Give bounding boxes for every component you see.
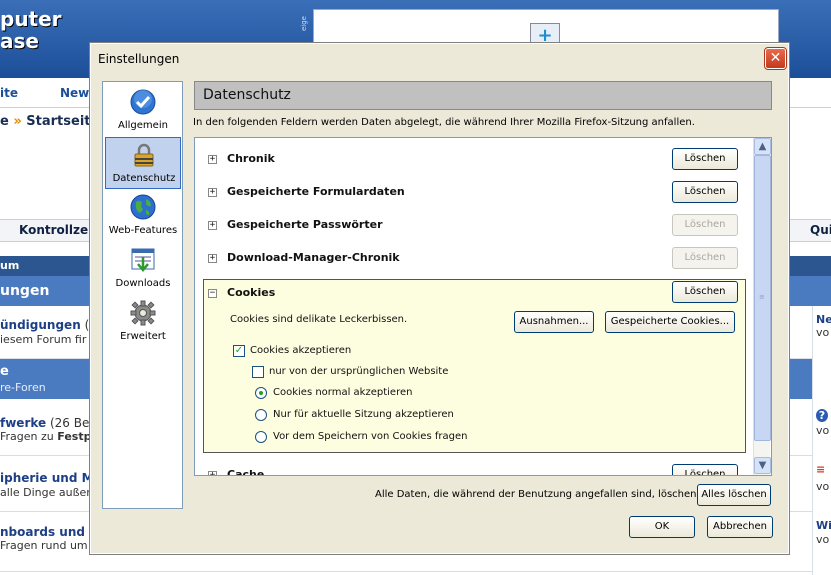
- settings-dialog: Einstellungen ✕ Allgemein Datenschutz We…: [89, 42, 790, 555]
- item-label: Chronik: [227, 152, 275, 165]
- item-label: Cookies: [227, 286, 276, 299]
- expand-toggle[interactable]: +: [208, 221, 217, 230]
- checkmark-icon: [130, 89, 156, 115]
- radio-session-only[interactable]: [255, 409, 267, 421]
- forum-row-title[interactable]: ündigungen (5: [0, 318, 97, 332]
- forum-row-desc: alle Dinge außer: [0, 486, 91, 499]
- accept-cookies-label: Cookies akzeptieren: [250, 345, 352, 356]
- expand-toggle[interactable]: +: [208, 188, 217, 197]
- expand-toggle[interactable]: +: [208, 155, 217, 164]
- radio-accept-normally[interactable]: [255, 387, 267, 399]
- clear-formdata-button[interactable]: Löschen: [672, 181, 738, 203]
- forum-row-title[interactable]: fwerke (26 Be: [0, 416, 89, 430]
- list-item-chronik: + Chronik Löschen: [195, 143, 753, 176]
- category-title[interactable]: e: [0, 364, 9, 379]
- pane-label: Allgemein: [118, 120, 168, 131]
- breadcrumb: e » Startseite: [0, 114, 99, 129]
- gear-icon: [130, 300, 156, 326]
- intro-text: In den folgenden Feldern werden Daten ab…: [193, 117, 695, 128]
- site-tab-startseite[interactable]: ite: [0, 86, 18, 100]
- pane-allgemein[interactable]: Allgemein: [105, 85, 181, 137]
- cookies-section: − Cookies Löschen Cookies sind delikate …: [203, 279, 746, 453]
- forum-row-desc: Fragen rund um: [0, 539, 88, 552]
- item-label: Gespeicherte Formulardaten: [227, 185, 405, 198]
- category-subtitle: re-Foren: [0, 381, 46, 394]
- clear-cache-button[interactable]: Löschen: [672, 464, 738, 475]
- pane-datenschutz[interactable]: Datenschutz: [105, 137, 181, 189]
- scroll-down-arrow-icon[interactable]: ▼: [754, 457, 771, 474]
- saved-cookies-button[interactable]: Gespeicherte Cookies...: [605, 311, 735, 333]
- close-button[interactable]: ✕: [764, 47, 787, 70]
- pane-selector: Allgemein Datenschutz Web-Features Downl…: [102, 81, 183, 509]
- pane-downloads[interactable]: Downloads: [105, 243, 181, 295]
- radio-label: Nur für aktuelle Sitzung akzeptieren: [273, 409, 454, 420]
- radio-label: Cookies normal akzeptieren: [273, 387, 413, 398]
- forum-row-desc: iesem Forum fir: [0, 333, 87, 346]
- ok-button[interactable]: OK: [629, 516, 695, 538]
- right-col-sub: vo: [816, 424, 830, 437]
- list-item-formdata: + Gespeicherte Formulardaten Löschen: [195, 176, 753, 209]
- scroll-grip-icon: ≡: [759, 293, 765, 301]
- ad-label: eige: [300, 16, 308, 32]
- item-label: Gespeicherte Passwörter: [227, 218, 383, 231]
- expand-toggle[interactable]: +: [208, 471, 217, 475]
- clear-all-button[interactable]: Alles löschen: [697, 484, 771, 506]
- scroll-up-arrow-icon[interactable]: ▲: [754, 138, 771, 155]
- control-panel-link[interactable]: Kontrollzer: [19, 223, 94, 237]
- download-window-icon: [131, 248, 155, 272]
- origin-only-label: nur von der ursprünglichen Website: [269, 366, 449, 377]
- list-item-passwords: + Gespeicherte Passwörter Löschen: [195, 209, 753, 242]
- right-col-sub: vo: [816, 533, 830, 546]
- help-icon[interactable]: ?: [816, 409, 828, 422]
- scroll-thumb[interactable]: ≡: [754, 155, 771, 441]
- radio-label: Vor dem Speichern von Cookies fragen: [273, 431, 468, 442]
- forum-row-title[interactable]: ipherie und M: [0, 471, 94, 485]
- exceptions-button[interactable]: Ausnahmen...: [514, 311, 594, 333]
- dialog-title: Einstellungen: [98, 52, 180, 66]
- pane-web-features[interactable]: Web-Features: [105, 190, 181, 242]
- colorful-icon[interactable]: ≡: [816, 463, 825, 476]
- logo-line-2: ase: [0, 29, 39, 53]
- padlock-icon: [134, 143, 154, 167]
- clear-downloads-button[interactable]: Löschen: [672, 247, 738, 269]
- right-col-title[interactable]: Wi: [816, 519, 831, 532]
- breadcrumb-separator: »: [13, 114, 22, 129]
- pane-header: Datenschutz: [194, 81, 772, 110]
- pane-label: Erweitert: [120, 331, 166, 342]
- forum-row-desc: Fragen zu Festp: [0, 430, 92, 443]
- pane-label: Web-Features: [108, 225, 178, 236]
- list-item-download-history: + Download-Manager-Chronik Löschen: [195, 242, 753, 275]
- pane-erweitert[interactable]: Erweitert: [105, 296, 181, 348]
- list-item-cache: + Cache Löschen: [195, 459, 753, 476]
- clear-cookies-button[interactable]: Löschen: [672, 281, 738, 303]
- item-label: Cache: [227, 468, 265, 476]
- section-header[interactable]: ungen: [0, 283, 49, 299]
- radio-ask-every-time[interactable]: [255, 431, 267, 443]
- clear-history-button[interactable]: Löschen: [672, 148, 738, 170]
- origin-only-checkbox[interactable]: [252, 366, 264, 378]
- collapse-toggle[interactable]: −: [208, 289, 217, 298]
- right-col-sub: vo: [816, 326, 830, 339]
- expand-toggle[interactable]: +: [208, 254, 217, 263]
- forum-header: um: [0, 259, 20, 272]
- list-scrollbar[interactable]: ▲ ≡ ▼: [753, 138, 771, 475]
- pane-title: Datenschutz: [203, 87, 291, 103]
- clear-passwords-button[interactable]: Löschen: [672, 214, 738, 236]
- cancel-button[interactable]: Abbrechen: [707, 516, 773, 538]
- item-label: Download-Manager-Chronik: [227, 251, 400, 264]
- breadcrumb-prefix[interactable]: e: [0, 114, 9, 129]
- accept-cookies-checkbox[interactable]: ✓: [233, 345, 245, 357]
- pane-label: Datenschutz: [112, 173, 176, 184]
- pane-label: Downloads: [115, 278, 171, 289]
- clear-all-hint: Alle Daten, die während der Benutzung an…: [375, 489, 700, 500]
- logo-line-1: puter: [0, 7, 62, 31]
- globe-icon: [130, 194, 156, 220]
- site-logo[interactable]: puter ase: [0, 8, 62, 52]
- privacy-items-list: + Chronik Löschen + Gespeicherte Formula…: [194, 137, 772, 476]
- quick-links[interactable]: Qui: [810, 223, 831, 237]
- right-col-title[interactable]: Ne: [816, 313, 831, 326]
- right-col-sub: vo: [816, 480, 830, 493]
- forum-row-title[interactable]: nboards und F: [0, 525, 97, 539]
- cookies-hint: Cookies sind delikate Leckerbissen.: [230, 314, 408, 325]
